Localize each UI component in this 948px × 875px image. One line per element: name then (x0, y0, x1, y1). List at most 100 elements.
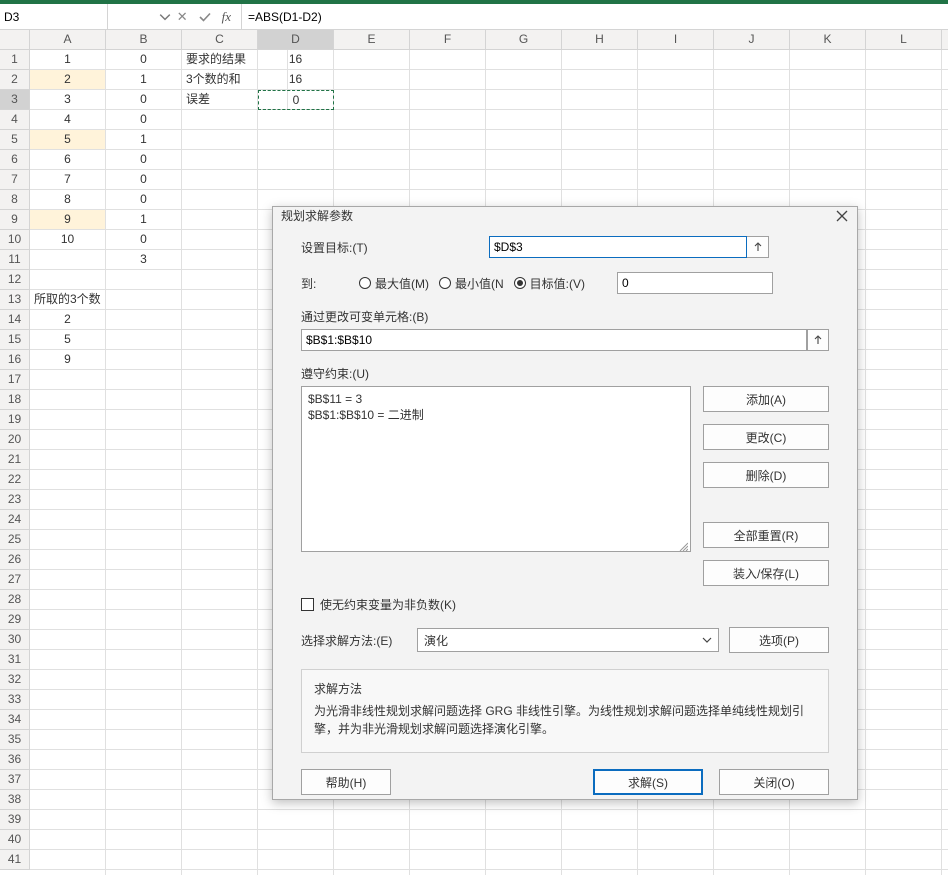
cell[interactable]: 8 (30, 190, 106, 210)
cell[interactable]: 0 (106, 50, 182, 70)
cell[interactable]: 3 (30, 90, 106, 110)
row-header[interactable]: 18 (0, 390, 29, 410)
cell[interactable]: 5 (30, 330, 106, 350)
cancel-formula-icon[interactable]: ✕ (177, 9, 188, 25)
nonneg-checkbox-row[interactable]: 使无约束变量为非负数(K) (301, 596, 829, 613)
cell[interactable]: 10 (30, 230, 106, 250)
row-header[interactable]: 20 (0, 430, 29, 450)
cell[interactable]: 所取的3个数 (30, 290, 106, 310)
cell[interactable]: 2 (30, 70, 106, 90)
row-header[interactable]: 13 (0, 290, 29, 310)
row-header[interactable]: 37 (0, 770, 29, 790)
column-header[interactable]: C (182, 30, 258, 49)
options-button[interactable]: 选项(P) (729, 627, 829, 653)
row-header[interactable]: 9 (0, 210, 29, 230)
column-header[interactable]: H (562, 30, 638, 49)
row-header[interactable]: 39 (0, 810, 29, 830)
row-header[interactable]: 33 (0, 690, 29, 710)
row-header[interactable]: 38 (0, 790, 29, 810)
delete-constraint-button[interactable]: 删除(D) (703, 462, 829, 488)
row-header[interactable]: 31 (0, 650, 29, 670)
row-header[interactable]: 11 (0, 250, 29, 270)
row-header[interactable]: 21 (0, 450, 29, 470)
row-header[interactable]: 1 (0, 50, 29, 70)
row-header[interactable]: 25 (0, 530, 29, 550)
row-header[interactable]: 3 (0, 90, 29, 110)
solve-button[interactable]: 求解(S) (593, 769, 703, 795)
row-header[interactable]: 12 (0, 270, 29, 290)
select-all-corner[interactable] (0, 30, 30, 50)
fx-icon[interactable]: fx (222, 9, 231, 25)
row-header[interactable]: 26 (0, 550, 29, 570)
radio-max[interactable]: 最大值(M) (359, 275, 429, 292)
name-box-container[interactable] (0, 4, 108, 29)
row-header[interactable]: 6 (0, 150, 29, 170)
row-header[interactable]: 40 (0, 830, 29, 850)
cell[interactable]: 9 (30, 350, 106, 370)
row-header[interactable]: 41 (0, 850, 29, 870)
row-header[interactable]: 16 (0, 350, 29, 370)
reset-all-button[interactable]: 全部重置(R) (703, 522, 829, 548)
column-header[interactable]: A (30, 30, 106, 49)
row-header[interactable]: 23 (0, 490, 29, 510)
column-header[interactable]: K (790, 30, 866, 49)
row-header[interactable]: 14 (0, 310, 29, 330)
row-header[interactable]: 15 (0, 330, 29, 350)
cell[interactable]: 0 (106, 90, 182, 110)
row-header[interactable]: 24 (0, 510, 29, 530)
column-header[interactable]: J (714, 30, 790, 49)
cell[interactable]: 0 (258, 90, 334, 110)
cell[interactable]: 16 (258, 70, 334, 90)
constraints-listbox[interactable]: $B$11 = 3 $B$1:$B$10 = 二进制 (301, 386, 691, 552)
radio-min[interactable]: 最小值(N (439, 275, 504, 292)
column-header[interactable]: G (486, 30, 562, 49)
cell[interactable]: 1 (106, 70, 182, 90)
cell[interactable]: 4 (30, 110, 106, 130)
cell[interactable]: 2 (30, 310, 106, 330)
row-header[interactable]: 34 (0, 710, 29, 730)
cell[interactable]: 0 (106, 110, 182, 130)
close-button[interactable]: 关闭(O) (719, 769, 829, 795)
add-constraint-button[interactable]: 添加(A) (703, 386, 829, 412)
help-button[interactable]: 帮助(H) (301, 769, 391, 795)
close-icon[interactable] (835, 209, 849, 223)
checkbox-icon[interactable] (301, 598, 314, 611)
row-header[interactable]: 8 (0, 190, 29, 210)
cell[interactable]: 0 (106, 150, 182, 170)
range-picker-button[interactable] (747, 236, 769, 258)
formula-input[interactable] (242, 10, 948, 24)
enter-formula-icon[interactable] (198, 10, 212, 24)
constraint-item[interactable]: $B$11 = 3 (308, 391, 684, 407)
row-header[interactable]: 27 (0, 570, 29, 590)
changing-cells-input[interactable] (301, 329, 807, 351)
cell[interactable]: 6 (30, 150, 106, 170)
column-header[interactable]: I (638, 30, 714, 49)
method-select[interactable]: 演化 (417, 628, 719, 652)
row-header[interactable]: 29 (0, 610, 29, 630)
column-header[interactable]: D (258, 30, 334, 49)
row-header[interactable]: 5 (0, 130, 29, 150)
cell[interactable]: 0 (106, 190, 182, 210)
row-header[interactable]: 22 (0, 470, 29, 490)
cell[interactable]: 1 (106, 130, 182, 150)
cell[interactable]: 16 (258, 50, 334, 70)
row-header[interactable]: 36 (0, 750, 29, 770)
row-header[interactable]: 28 (0, 590, 29, 610)
radio-valueof[interactable]: 目标值:(V) (514, 275, 585, 292)
row-header[interactable]: 7 (0, 170, 29, 190)
row-headers[interactable]: 1234567891011121314151617181920212223242… (0, 50, 30, 870)
cell[interactable]: 0 (106, 170, 182, 190)
cell[interactable]: 1 (106, 210, 182, 230)
column-header[interactable]: L (866, 30, 942, 49)
range-picker-button[interactable] (807, 329, 829, 351)
row-header[interactable]: 35 (0, 730, 29, 750)
row-header[interactable]: 30 (0, 630, 29, 650)
column-header[interactable]: B (106, 30, 182, 49)
row-header[interactable]: 10 (0, 230, 29, 250)
load-save-button[interactable]: 装入/保存(L) (703, 560, 829, 586)
set-target-input[interactable] (489, 236, 747, 258)
change-constraint-button[interactable]: 更改(C) (703, 424, 829, 450)
resize-handle-icon[interactable] (678, 539, 688, 549)
constraint-item[interactable]: $B$1:$B$10 = 二进制 (308, 407, 684, 423)
cell[interactable]: 9 (30, 210, 106, 230)
